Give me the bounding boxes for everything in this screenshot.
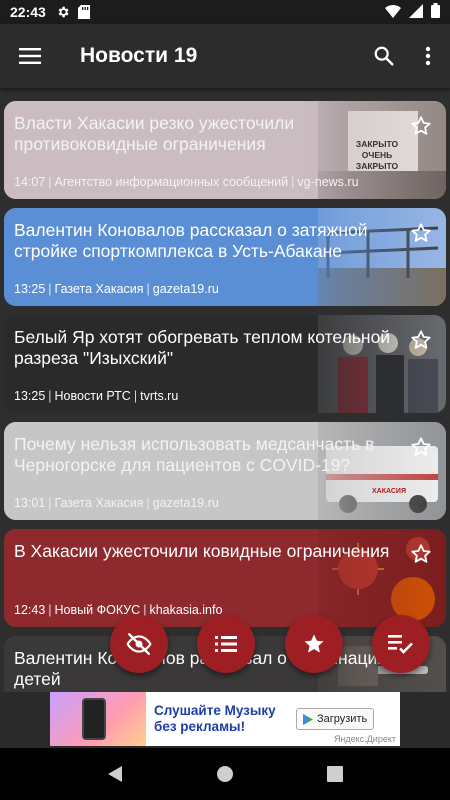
article-domain: gazeta19.ru: [152, 496, 219, 510]
article-source: Агентство информационных сообщений: [54, 175, 289, 189]
star-outline-icon[interactable]: [410, 543, 432, 565]
article-headline: Белый Яр хотят обогревать теплом котельн…: [14, 327, 391, 368]
home-circle-icon: [217, 766, 233, 782]
news-card[interactable]: ХАКАСИЯ Почему нельзя использовать медса…: [4, 422, 446, 520]
news-card[interactable]: Белый Яр хотят обогревать теплом котельн…: [4, 315, 446, 413]
article-meta: 13:25 | Газета Хакасия | gazeta19.ru: [14, 282, 219, 296]
article-time: 12:43: [14, 603, 46, 617]
article-source: Газета Хакасия: [54, 496, 144, 510]
recents-square-icon: [327, 766, 343, 782]
ad-provider-label: Яндекс.Директ: [333, 734, 396, 744]
menu-button[interactable]: [0, 24, 60, 88]
hide-read-button[interactable]: [110, 615, 168, 673]
app-title: Новости 19: [80, 44, 198, 67]
article-domain: khakasia.info: [149, 603, 223, 617]
search-icon: [374, 46, 394, 66]
article-domain: vg-news.ru: [297, 175, 359, 189]
article-headline: Власти Хакасии резко ужесточили противок…: [14, 113, 295, 154]
article-domain: gazeta19.ru: [152, 282, 219, 296]
article-source: Новости РТС: [54, 389, 131, 403]
article-meta: 14:07 | Агентство информационных сообщений…: [14, 175, 359, 189]
back-button[interactable]: [95, 754, 135, 794]
mark-all-read-button[interactable]: [372, 615, 430, 673]
recents-button[interactable]: [315, 754, 355, 794]
mark-read-icon: [388, 635, 413, 654]
news-card[interactable]: В Хакасии ужесточили ковидные ограничени…: [4, 529, 446, 627]
hide-read-icon: [126, 633, 152, 655]
wifi-icon: [385, 4, 401, 21]
favorites-star-icon: [304, 634, 324, 653]
article-meta: 13:25 | Новости РТС | tvrts.ru: [14, 389, 179, 403]
star-outline-icon[interactable]: [410, 222, 432, 244]
settings-gear-icon: [56, 5, 70, 19]
article-headline: Почему нельзя использовать медсанчасть в…: [14, 434, 375, 475]
sd-card-icon: [77, 5, 90, 19]
home-button[interactable]: [205, 754, 245, 794]
app-bar: Новости 19: [0, 24, 450, 88]
list-view-button[interactable]: [197, 615, 255, 673]
star-outline-icon[interactable]: [410, 436, 432, 458]
status-time: 22:43: [10, 4, 46, 20]
star-outline-icon[interactable]: [410, 115, 432, 137]
article-time: 13:25: [14, 282, 46, 296]
list-icon: [215, 636, 237, 652]
ad-download-button[interactable]: Загрузить: [296, 708, 375, 730]
star-outline-icon[interactable]: [410, 329, 432, 351]
system-nav-bar: [0, 748, 450, 800]
article-time: 13:01: [14, 496, 46, 510]
search-button[interactable]: [362, 24, 406, 88]
news-feed[interactable]: ЗАКРЫТО ОЧЕНЬ ЗАКРЫТО Власти Хакасии рез…: [0, 88, 450, 692]
article-source: Газета Хакасия: [54, 282, 144, 296]
ad-download-label: Загрузить: [317, 713, 368, 725]
article-time: 13:25: [14, 389, 46, 403]
news-card[interactable]: Валентин Коновалов рассказал о затяжной …: [4, 208, 446, 306]
battery-icon: [431, 3, 440, 21]
article-source: Новый ФОКУС: [54, 603, 141, 617]
article-domain: tvrts.ru: [140, 389, 179, 403]
more-options-button[interactable]: [406, 24, 450, 88]
google-play-icon: [303, 713, 313, 725]
favorites-button[interactable]: [285, 615, 343, 673]
ad-zone: Слушайте Музыку без рекламы! Загрузить Я…: [0, 692, 450, 748]
thumbnail-sign-text: ХАКАСИЯ: [372, 488, 406, 495]
signal-icon: [409, 3, 423, 21]
article-time: 14:07: [14, 175, 46, 189]
back-triangle-icon: [108, 766, 122, 782]
ad-banner[interactable]: Слушайте Музыку без рекламы! Загрузить Я…: [50, 692, 400, 746]
article-headline: Валентин Коновалов рассказал о затяжной …: [14, 220, 368, 261]
status-bar: 22:43: [0, 0, 450, 24]
article-meta: 12:43 | Новый ФОКУС | khakasia.info: [14, 603, 223, 617]
menu-icon: [19, 48, 41, 64]
ad-headline: Слушайте Музыку без рекламы!: [154, 703, 276, 734]
more-vert-icon: [425, 46, 431, 66]
phone-illustration: [82, 698, 106, 740]
article-meta: 13:01 | Газета Хакасия | gazeta19.ru: [14, 496, 219, 510]
news-card[interactable]: ЗАКРЫТО ОЧЕНЬ ЗАКРЫТО Власти Хакасии рез…: [4, 101, 446, 199]
article-headline: В Хакасии ужесточили ковидные ограничени…: [14, 541, 390, 561]
ad-image: [50, 692, 146, 746]
